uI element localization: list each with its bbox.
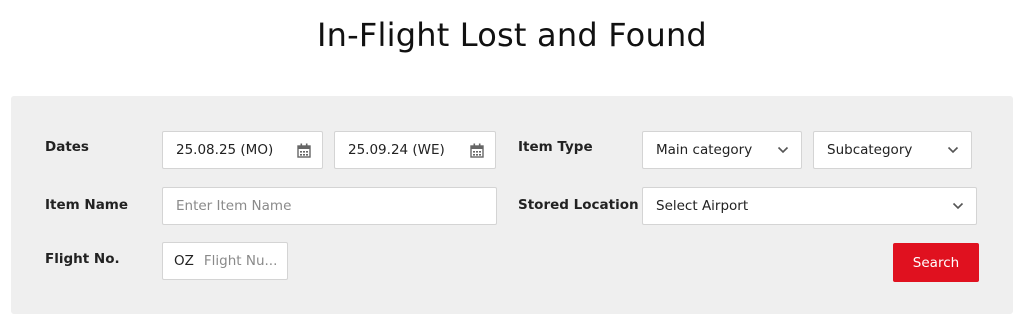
- page-title: In-Flight Lost and Found: [317, 16, 707, 54]
- airline-prefix: OZ: [174, 253, 194, 269]
- subcategory-value: Subcategory: [827, 142, 913, 158]
- chevron-down-icon: [947, 146, 959, 154]
- dates-label: Dates: [45, 139, 89, 155]
- stored-location-select[interactable]: Select Airport: [642, 187, 977, 225]
- calendar-icon[interactable]: [470, 143, 484, 158]
- start-date-value: 25.08.25 (MO): [176, 142, 274, 158]
- item-name-label: Item Name: [45, 197, 129, 213]
- search-button[interactable]: Search: [893, 243, 979, 282]
- end-date-value: 25.09.24 (WE): [348, 142, 445, 158]
- item-name-input[interactable]: Enter Item Name: [162, 187, 497, 225]
- flight-number-placeholder: Flight Nu...: [203, 253, 278, 269]
- main-category-value: Main category: [656, 142, 753, 158]
- main-category-select[interactable]: Main category: [642, 131, 802, 169]
- stored-location-value: Select Airport: [656, 198, 749, 214]
- subcategory-select[interactable]: Subcategory: [813, 131, 972, 169]
- item-type-label: Item Type: [518, 139, 593, 155]
- flight-number-input[interactable]: OZ Flight Nu...: [162, 242, 288, 280]
- chevron-down-icon: [952, 202, 964, 210]
- stored-location-label: Stored Location: [518, 197, 639, 213]
- flight-no-label: Flight No.: [45, 251, 120, 267]
- item-name-placeholder: Enter Item Name: [176, 198, 292, 214]
- chevron-down-icon: [777, 146, 789, 154]
- end-date-field[interactable]: 25.09.24 (WE): [334, 131, 496, 169]
- start-date-field[interactable]: 25.08.25 (MO): [162, 131, 323, 169]
- calendar-icon[interactable]: [297, 143, 311, 158]
